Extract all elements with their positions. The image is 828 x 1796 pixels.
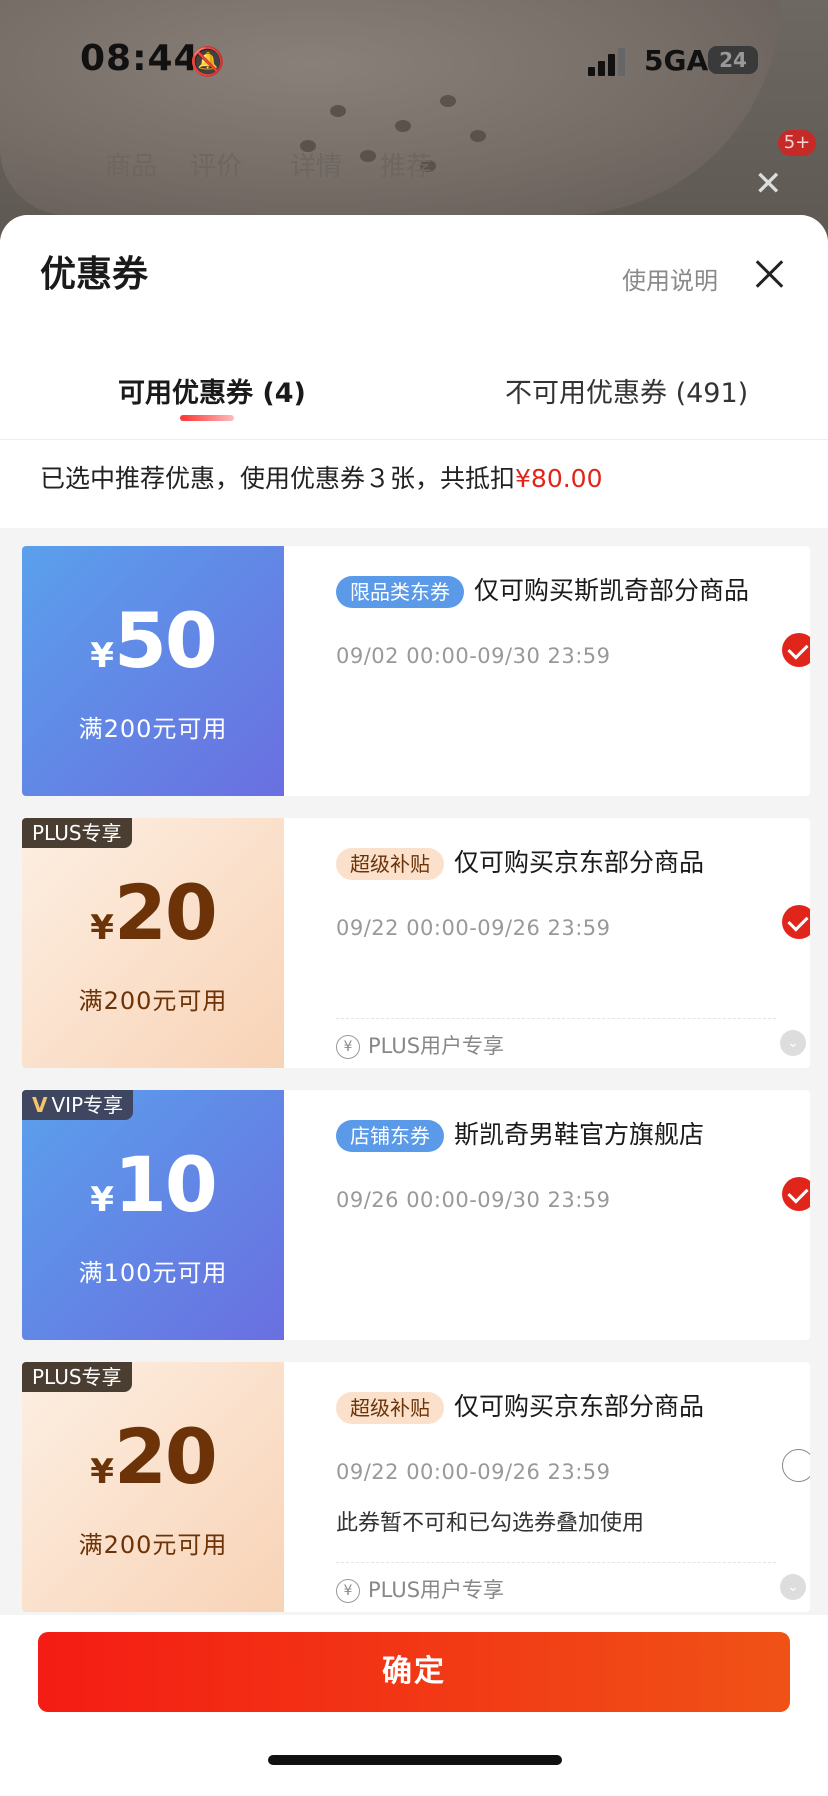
coupon-detail: 超级补贴 仅可购买京东部分商品 09/22 00:00-09/26 23:59 ¥… — [284, 818, 810, 1068]
coupon-footer: ¥ PLUS用户专享 — [336, 1574, 504, 1604]
coupon-sheet: 优惠券 使用说明 可用优惠券 (4) 不可用优惠券 (491) 已选中推荐优惠，… — [0, 215, 828, 1796]
coupon-checkbox-checked[interactable] — [782, 633, 810, 667]
coupon-checkbox-checked[interactable] — [782, 1177, 810, 1211]
coupon-card[interactable]: ¥20 满200元可用 PLUS专享 超级补贴 仅可购买京东部分商品 09/22 … — [22, 818, 810, 1068]
coupon-condition: 满200元可用 — [78, 715, 228, 743]
coupon-footer-text: PLUS用户专享 — [368, 1578, 505, 1602]
coupon-detail: 限品类东券 仅可购买斯凯奇部分商品 09/02 00:00-09/30 23:59 — [284, 546, 810, 796]
coupon-footer-text: PLUS用户专享 — [368, 1034, 505, 1058]
status-time: 08:44 — [80, 38, 200, 79]
coupon-description: 超级补贴 仅可购买京东部分商品 — [336, 1386, 756, 1428]
active-tab-indicator — [180, 415, 234, 421]
tab-unavailable[interactable]: 不可用优惠券 (491) — [505, 371, 748, 410]
dashed-divider — [336, 1018, 776, 1019]
home-indicator[interactable] — [268, 1755, 562, 1765]
mute-bell-icon: 🔕 — [190, 45, 225, 78]
bottom-bar: 确定 — [0, 1615, 828, 1796]
coupon-condition: 满200元可用 — [78, 1531, 228, 1559]
coupon-amount: 50 — [113, 596, 218, 685]
coupon-currency: ¥ — [90, 1180, 114, 1220]
coupon-amount: 20 — [113, 1412, 218, 1501]
cart-badge: 5+ — [778, 130, 816, 156]
vip-tag-text: VIP专享 — [51, 1093, 124, 1117]
coupon-value-panel: ¥10 满100元可用 V VIP专享 — [22, 1090, 284, 1340]
coupon-value-panel: ¥20 满200元可用 PLUS专享 — [22, 818, 284, 1068]
chevron-down-icon[interactable]: ⌄ — [780, 1574, 806, 1600]
bg-close-icon[interactable]: ✕ — [754, 164, 783, 204]
coupon-value-panel: ¥20 满200元可用 PLUS专享 — [22, 1362, 284, 1612]
coupon-currency: ¥ — [90, 636, 114, 676]
network-type: 5GA — [644, 44, 709, 77]
coupon-description-text: 仅可购买斯凯奇部分商品 — [474, 576, 750, 605]
bg-nav-item: 商品 — [105, 152, 158, 182]
signal-icon — [588, 46, 628, 76]
confirm-button[interactable]: 确定 — [38, 1632, 790, 1712]
chevron-down-icon[interactable]: ⌄ — [780, 1030, 806, 1056]
plus-exclusive-tag: PLUS专享 — [22, 818, 132, 848]
coupon-card[interactable]: ¥20 满200元可用 PLUS专享 超级补贴 仅可购买京东部分商品 09/22 … — [22, 1362, 810, 1612]
vip-v-icon: V — [32, 1093, 48, 1117]
coupon-card[interactable]: ¥50 满200元可用 限品类东券 仅可购买斯凯奇部分商品 09/02 00:00… — [22, 546, 810, 796]
close-icon[interactable] — [754, 259, 784, 289]
coupon-footer: ¥ PLUS用户专享 — [336, 1030, 504, 1060]
coupon-type-badge: 店铺东券 — [336, 1120, 444, 1152]
coupon-currency: ¥ — [90, 1452, 114, 1492]
coupon-description-text: 仅可购买京东部分商品 — [454, 848, 705, 877]
usage-help-link[interactable]: 使用说明 — [622, 261, 718, 296]
coupon-description-text: 仅可购买京东部分商品 — [454, 1392, 705, 1421]
coupon-currency: ¥ — [90, 908, 114, 948]
tab-available[interactable]: 可用优惠券 (4) — [118, 371, 306, 410]
bg-nav-item: 评价 — [190, 152, 243, 182]
coupon-description: 店铺东券 斯凯奇男鞋官方旗舰店 — [336, 1114, 756, 1156]
coupon-description-text: 斯凯奇男鞋官方旗舰店 — [454, 1120, 705, 1149]
coupon-type-badge: 超级补贴 — [336, 848, 444, 880]
coupon-validity: 09/22 00:00-09/26 23:59 — [336, 1460, 611, 1484]
coupon-description: 限品类东券 仅可购买斯凯奇部分商品 — [336, 570, 756, 612]
battery-icon: 24 — [708, 46, 758, 74]
coupon-checkbox-checked[interactable] — [782, 905, 810, 939]
selection-summary: 已选中推荐优惠，使用优惠券３张，共抵扣¥80.00 — [40, 459, 603, 495]
sheet-title: 优惠券 — [40, 254, 149, 295]
summary-amount: ¥80.00 — [515, 464, 603, 493]
coupon-detail: 店铺东券 斯凯奇男鞋官方旗舰店 09/26 00:00-09/30 23:59 — [284, 1090, 810, 1340]
coupon-value-panel: ¥50 满200元可用 — [22, 546, 284, 796]
dashed-divider — [336, 1562, 776, 1563]
coupon-type-badge: 限品类东券 — [336, 576, 464, 608]
coupon-condition: 满100元可用 — [78, 1259, 228, 1287]
coupon-description: 超级补贴 仅可购买京东部分商品 — [336, 842, 756, 884]
yen-circle-icon: ¥ — [336, 1579, 360, 1603]
stacking-warning: 此券暂不可和已勾选券叠加使用 — [336, 1511, 645, 1536]
bg-nav-item: 详情 — [290, 152, 343, 182]
coupon-validity: 09/22 00:00-09/26 23:59 — [336, 916, 611, 940]
coupon-detail: 超级补贴 仅可购买京东部分商品 09/22 00:00-09/26 23:59 此… — [284, 1362, 810, 1612]
coupon-checkbox-unchecked[interactable] — [782, 1449, 810, 1482]
plus-exclusive-tag: PLUS专享 — [22, 1362, 132, 1392]
summary-text: 已选中推荐优惠，使用优惠券３张，共抵扣 — [40, 464, 516, 493]
coupon-validity: 09/26 00:00-09/30 23:59 — [336, 1188, 611, 1212]
bg-nav-item: 推荐 — [380, 152, 433, 182]
coupon-validity: 09/02 00:00-09/30 23:59 — [336, 644, 611, 668]
yen-circle-icon: ¥ — [336, 1035, 360, 1059]
coupon-condition: 满200元可用 — [78, 987, 228, 1015]
coupon-amount: 10 — [113, 1140, 218, 1229]
coupon-card[interactable]: ¥10 满100元可用 V VIP专享 店铺东券 斯凯奇男鞋官方旗舰店 09/26 … — [22, 1090, 810, 1340]
coupon-type-badge: 超级补贴 — [336, 1392, 444, 1424]
vip-exclusive-tag: V VIP专享 — [22, 1090, 134, 1120]
coupon-amount: 20 — [113, 868, 218, 957]
